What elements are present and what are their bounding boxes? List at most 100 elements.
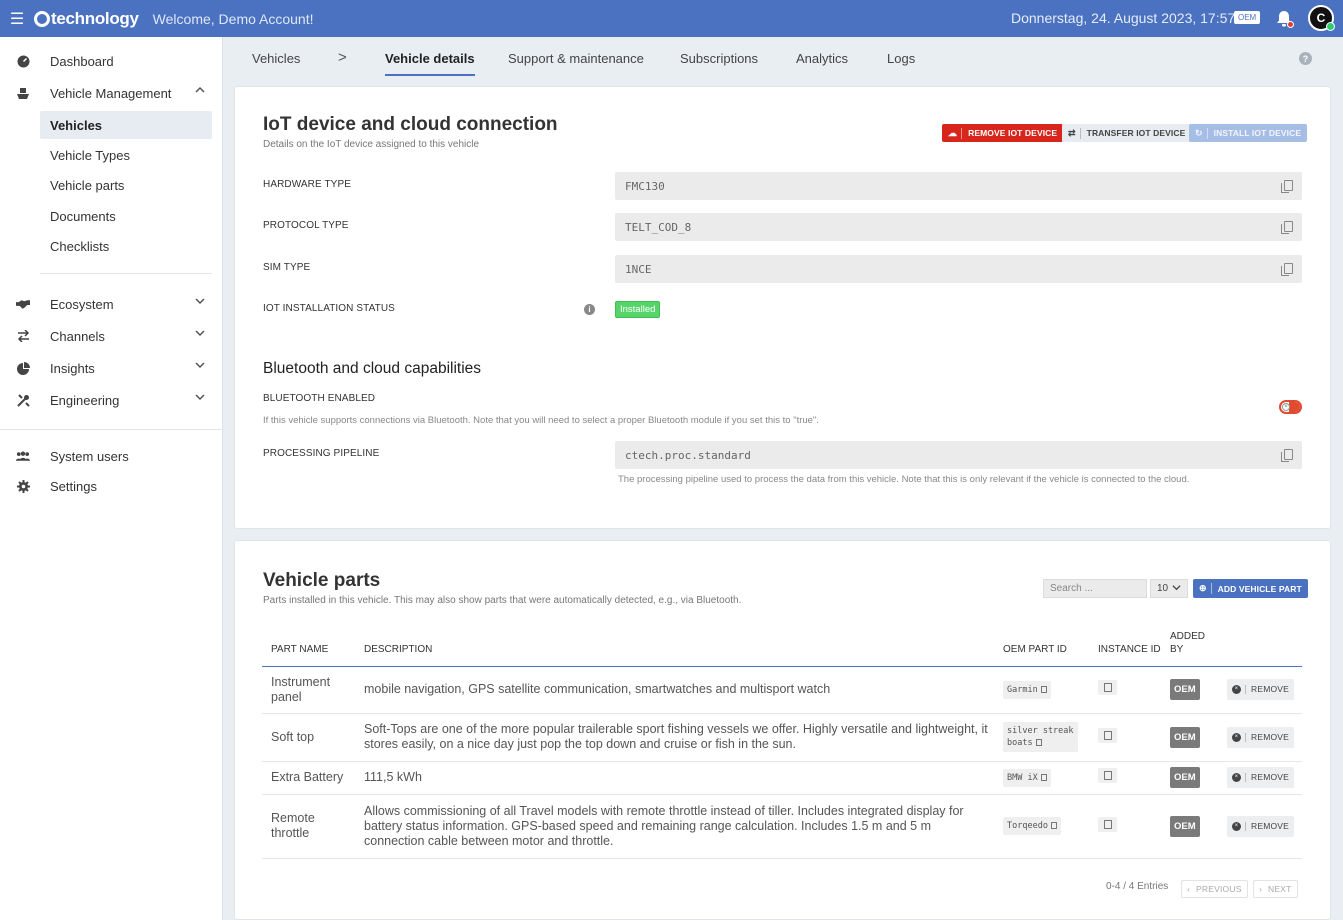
tab-vehicle-details[interactable]: Vehicle details	[385, 51, 475, 76]
oem-part-id-cell: silver streak boats	[994, 713, 1089, 762]
copy-instance-id-button[interactable]	[1098, 816, 1117, 832]
remove-part-button[interactable]: × REMOVE	[1227, 679, 1295, 700]
oem-part-id-cell: BMW iX	[994, 761, 1089, 795]
oem-part-id-chip[interactable]: Garmin	[1003, 680, 1051, 699]
chevron-up-icon	[195, 85, 205, 98]
table-row: Instrument panel mobile navigation, GPS …	[262, 666, 1302, 714]
nav-dashboard[interactable]: Dashboard	[0, 47, 223, 75]
nav-checklists[interactable]: Checklists	[40, 232, 212, 260]
page-size-select[interactable]: 10	[1150, 579, 1188, 598]
part-name: Extra Battery	[262, 761, 355, 795]
sim-type-field[interactable]: 1NCE	[615, 255, 1302, 283]
nav-vehicle-parts[interactable]: Vehicle parts	[40, 171, 212, 199]
transfer-iot-device-button[interactable]: ⇄ TRANSFER IOT DEVICE	[1062, 124, 1192, 142]
nav-ecosystem-label: Ecosystem	[50, 296, 114, 312]
online-indicator	[1326, 22, 1335, 31]
logo-mark-icon	[34, 10, 50, 27]
nav-vehicle-management-label: Vehicle Management	[50, 85, 172, 101]
nav-ecosystem[interactable]: Ecosystem	[0, 290, 223, 318]
protocol-type-field[interactable]: TELT_COD_8	[615, 213, 1302, 241]
added-by-badge: OEM	[1170, 815, 1200, 837]
copy-instance-id-button[interactable]	[1098, 768, 1117, 783]
previous-page-button[interactable]: ‹ PREVIOUS	[1181, 880, 1248, 898]
nav-channels[interactable]: Channels	[0, 322, 223, 350]
sync-icon: ↻	[1195, 127, 1208, 139]
copy-instance-id-button[interactable]	[1098, 680, 1117, 695]
app-logo[interactable]: technology	[34, 9, 139, 29]
remove-iot-device-button[interactable]: ☁ REMOVE IOT DEVICE	[942, 124, 1064, 142]
info-icon[interactable]: i	[584, 304, 595, 315]
bluetooth-toggle[interactable]: ×	[1279, 400, 1302, 414]
notification-dot	[1287, 21, 1294, 28]
processing-pipeline-value: ctech.proc.standard	[625, 448, 751, 462]
nav-engineering[interactable]: Engineering	[0, 386, 223, 414]
next-page-button[interactable]: › NEXT	[1253, 880, 1298, 898]
copy-icon[interactable]	[1281, 263, 1293, 276]
close-circle-icon: ×	[1232, 773, 1241, 782]
instance-id-cell	[1089, 794, 1161, 859]
part-description: mobile navigation, GPS satellite communi…	[355, 666, 994, 714]
tab-subscriptions[interactable]: Subscriptions	[680, 51, 758, 66]
nav-vehicles[interactable]: Vehicles	[40, 111, 212, 139]
column-header-oem-part-id[interactable]: OEM PART ID	[994, 628, 1089, 667]
avatar-initials: C	[1316, 11, 1326, 25]
oem-part-id-cell: Torqeedo	[994, 794, 1089, 859]
status-badge: Installed	[615, 301, 661, 318]
processing-pipeline-field[interactable]: ctech.proc.standard	[615, 441, 1302, 469]
notifications-bell-icon[interactable]	[1276, 10, 1294, 28]
column-header-added-by[interactable]: ADDED BY	[1161, 628, 1218, 667]
entries-count: 0-4 / 4 Entries	[1106, 881, 1169, 892]
copy-icon[interactable]	[1281, 449, 1293, 462]
hardware-type-label: HARDWARE TYPE	[263, 179, 351, 190]
actions-cell: × REMOVE	[1218, 666, 1302, 714]
nav-vehicle-types[interactable]: Vehicle Types	[40, 141, 212, 169]
nav-dashboard-label: Dashboard	[50, 53, 114, 69]
toggle-track	[1289, 402, 1300, 412]
remove-part-button[interactable]: × REMOVE	[1227, 815, 1295, 837]
tab-support-maintenance[interactable]: Support & maintenance	[508, 51, 644, 66]
vehicle-parts-table: PART NAME DESCRIPTION OEM PART ID INSTAN…	[262, 628, 1302, 859]
tab-logs[interactable]: Logs	[887, 51, 915, 66]
copy-icon[interactable]	[1281, 180, 1293, 193]
page-size-value: 10	[1157, 583, 1169, 594]
search-input[interactable]: Search ...	[1043, 579, 1147, 598]
nav-system-users[interactable]: System users	[0, 442, 223, 470]
nav-vehicle-management[interactable]: Vehicle Management	[0, 79, 223, 107]
tab-analytics[interactable]: Analytics	[796, 51, 848, 66]
added-by-badge: OEM	[1170, 767, 1200, 788]
remove-part-button[interactable]: × REMOVE	[1227, 767, 1295, 788]
oem-part-id: Garmin	[1007, 684, 1038, 695]
menu-icon[interactable]: ☰	[0, 0, 34, 37]
table-row: Soft top Soft-Tops are one of the more p…	[262, 713, 1302, 762]
close-circle-icon: ×	[1232, 732, 1241, 742]
instance-id-cell	[1089, 666, 1161, 714]
oem-part-id-chip[interactable]: silver streak boats	[1003, 722, 1078, 752]
table-row: Extra Battery 111,5 kWh BMW iX OEM × REMO…	[262, 761, 1302, 795]
nav-settings[interactable]: Settings	[0, 472, 223, 500]
install-iot-device-button[interactable]: ↻ INSTALL IOT DEVICE	[1189, 124, 1308, 142]
oem-part-id-chip[interactable]: Torqeedo	[1003, 817, 1061, 835]
protocol-type-value: TELT_COD_8	[625, 220, 692, 234]
nav-insights[interactable]: Insights	[0, 354, 223, 382]
actions-cell: × REMOVE	[1218, 713, 1302, 762]
oem-part-id-chip[interactable]: BMW iX	[1003, 768, 1051, 787]
remove-part-button[interactable]: × REMOVE	[1227, 726, 1295, 748]
copy-icon[interactable]	[1281, 221, 1293, 234]
column-header-description[interactable]: DESCRIPTION	[355, 628, 994, 667]
column-header-part-name[interactable]: PART NAME	[262, 628, 355, 667]
user-avatar[interactable]: C	[1308, 5, 1335, 31]
part-name: Soft top	[262, 713, 355, 762]
welcome-text: Welcome, Demo Account!	[152, 10, 314, 27]
nav-documents[interactable]: Documents	[40, 202, 212, 230]
add-vehicle-part-button[interactable]: ⊕ ADD VEHICLE PART	[1193, 579, 1308, 598]
hardware-type-field[interactable]: FMC130	[615, 172, 1302, 200]
vehicle-parts-title: Vehicle parts	[263, 570, 381, 591]
previous-label: PREVIOUS	[1196, 884, 1242, 894]
transfer-iot-device-label: TRANSFER IOT DEVICE	[1086, 128, 1186, 138]
column-header-instance-id[interactable]: INSTANCE ID	[1089, 628, 1161, 667]
help-icon[interactable]: ?	[1299, 52, 1312, 65]
button-divider	[1245, 773, 1246, 782]
actions-cell: × REMOVE	[1218, 761, 1302, 795]
copy-instance-id-button[interactable]	[1098, 727, 1117, 743]
tab-vehicles[interactable]: Vehicles	[252, 51, 300, 66]
